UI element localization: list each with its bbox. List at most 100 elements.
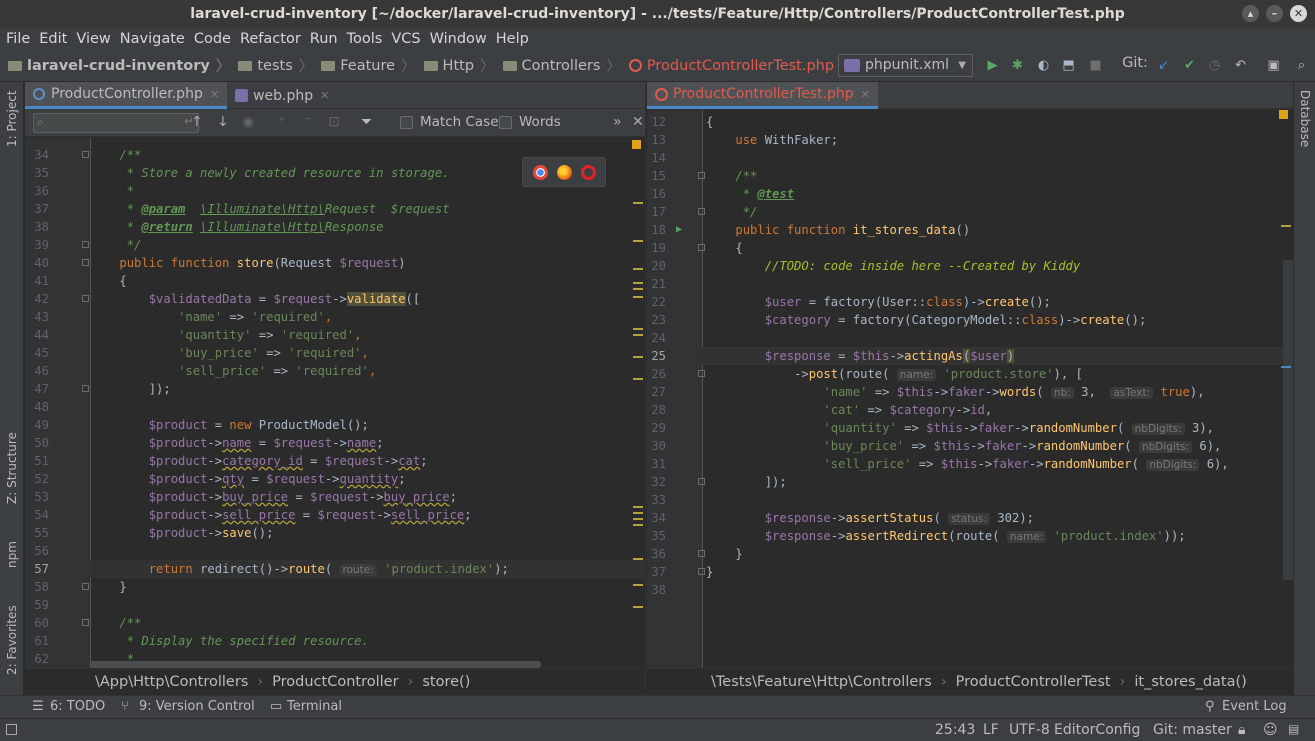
breadcrumb-namespace[interactable]: \App\Http\Controllers [95, 674, 248, 690]
select-all-icon[interactable]: ⊡ [328, 114, 340, 131]
file-encoding[interactable]: UTF-8 [1009, 722, 1050, 738]
fold-marker[interactable] [82, 385, 89, 392]
lock-icon[interactable]: 🔒︎ [1238, 722, 1245, 738]
code-editor-right[interactable]: 12{ 13 use WithFaker; 14 15 /** 16 * @te… [647, 110, 1293, 668]
caret-position[interactable]: 25:43 [935, 722, 975, 738]
line-separator[interactable]: LF [983, 722, 999, 738]
history-icon[interactable]: ◷ [1207, 58, 1222, 73]
maximize-button[interactable]: ▴ [1242, 5, 1259, 22]
menu-help[interactable]: Help [496, 31, 529, 47]
match-case-checkbox[interactable] [400, 116, 413, 129]
breadcrumb-class[interactable]: ProductControllerTest [956, 674, 1111, 690]
todo-tool-button[interactable]: 6: TODO [50, 699, 105, 714]
fold-marker[interactable] [698, 568, 705, 575]
menu-vcs[interactable]: VCS [391, 31, 420, 47]
error-stripe-marker[interactable] [633, 378, 643, 380]
error-stripe-marker[interactable] [633, 202, 643, 204]
close-tab-icon[interactable]: ✕ [320, 89, 329, 102]
structure-tool-tab[interactable]: Z: Structure [0, 428, 24, 508]
vcs-update-icon[interactable]: ↙ [1156, 58, 1171, 73]
add-selection-icon[interactable]: ⁺ [278, 114, 285, 131]
fold-marker[interactable] [82, 259, 89, 266]
minimize-button[interactable]: – [1266, 5, 1283, 22]
menu-view[interactable]: View [76, 31, 110, 47]
notifications-icon[interactable]: ▤ [1288, 722, 1299, 736]
fold-marker[interactable] [698, 172, 705, 179]
database-tool-tab[interactable]: Database [1294, 90, 1315, 170]
fold-marker[interactable] [698, 370, 705, 377]
coverage-icon[interactable]: ◐ [1036, 58, 1051, 73]
run-test-icon[interactable]: ▶ [676, 224, 682, 235]
previous-occurrence-icon[interactable]: ↑ [191, 114, 203, 131]
error-stripe-marker[interactable] [633, 282, 643, 284]
error-stripe-marker[interactable] [633, 584, 643, 586]
tab-web-php[interactable]: web.php ✕ [227, 82, 337, 109]
layout-icon[interactable]: ▣ [1266, 58, 1281, 73]
chrome-icon[interactable] [532, 164, 548, 180]
breadcrumb-class[interactable]: ProductController [272, 674, 398, 690]
words-checkbox[interactable] [499, 116, 512, 129]
menu-edit[interactable]: Edit [39, 31, 67, 47]
inspection-status-icon[interactable] [1279, 110, 1288, 119]
unselect-occurrence-icon[interactable]: ⁻ [304, 114, 311, 131]
error-stripe-marker[interactable] [633, 288, 643, 290]
error-stripe-marker[interactable] [633, 518, 643, 520]
error-stripe-marker[interactable] [633, 506, 643, 508]
npm-tool-tab[interactable]: npm [0, 532, 24, 578]
menu-code[interactable]: Code [194, 31, 231, 47]
nav-crumb-feature[interactable]: Feature 〉 [321, 55, 416, 76]
editorconfig-status[interactable]: EditorConfig [1054, 722, 1140, 738]
breadcrumb-method[interactable]: store() [422, 674, 470, 690]
stop-icon[interactable]: ■ [1088, 58, 1103, 73]
hector-icon[interactable]: ☺ [1263, 722, 1278, 738]
fold-marker[interactable] [82, 241, 89, 248]
error-stripe-marker[interactable] [633, 512, 643, 514]
close-tab-icon[interactable]: ✕ [210, 88, 219, 101]
breadcrumb-namespace[interactable]: \Tests\Feature\Http\Controllers [711, 674, 932, 690]
error-stripe-marker[interactable] [633, 558, 643, 560]
horizontal-scrollbar[interactable] [90, 661, 541, 668]
fold-marker[interactable] [698, 244, 705, 251]
menu-tools[interactable]: Tools [347, 31, 383, 47]
error-stripe-marker[interactable] [633, 606, 643, 608]
profile-icon[interactable]: ⬒ [1061, 58, 1076, 73]
fold-marker[interactable] [82, 619, 89, 626]
close-find-icon[interactable]: ✕ [632, 114, 644, 131]
error-stripe-marker[interactable] [1281, 225, 1291, 227]
nav-crumb-tests[interactable]: tests 〉 [238, 55, 313, 76]
menu-refactor[interactable]: Refactor [240, 31, 301, 47]
close-tab-icon[interactable]: ✕ [861, 88, 870, 101]
terminal-tool-button[interactable]: Terminal [287, 699, 342, 714]
rollback-icon[interactable]: ↶ [1233, 58, 1248, 73]
find-input[interactable]: ⌕ ↵ [33, 113, 199, 133]
fold-marker[interactable] [698, 478, 705, 485]
error-stripe-marker[interactable] [633, 296, 643, 298]
run-icon[interactable]: ▶ [985, 58, 1000, 73]
menu-file[interactable]: File [6, 31, 30, 47]
git-branch[interactable]: Git: master [1153, 722, 1232, 738]
opera-icon[interactable] [580, 164, 596, 180]
error-stripe-marker[interactable] [633, 240, 643, 242]
tool-windows-toggle-icon[interactable] [6, 724, 17, 735]
select-all-occurrences-icon[interactable]: ◉ [242, 114, 254, 131]
vcs-commit-icon[interactable]: ✔ [1182, 58, 1197, 73]
menu-run[interactable]: Run [310, 31, 338, 47]
close-window-button[interactable]: ✕ [1290, 5, 1307, 22]
error-stripe-marker[interactable] [633, 328, 643, 330]
error-stripe-marker[interactable] [633, 524, 643, 526]
firefox-icon[interactable] [556, 164, 572, 180]
search-everywhere-icon[interactable]: ⌕ [1294, 58, 1309, 73]
error-stripe-marker[interactable] [1281, 366, 1291, 368]
fold-marker[interactable] [698, 208, 705, 215]
fold-marker[interactable] [82, 151, 89, 158]
code-editor-left[interactable]: 34 /** 35 * Store a newly created resour… [25, 138, 645, 668]
vertical-scrollbar[interactable] [1283, 260, 1293, 580]
menu-navigate[interactable]: Navigate [120, 31, 185, 47]
tab-product-controller[interactable]: ProductController.php ✕ [25, 82, 228, 109]
more-options-icon[interactable]: » [613, 114, 622, 131]
version-control-tool-button[interactable]: 9: Version Control [139, 699, 255, 714]
nav-crumb-file[interactable]: ProductControllerTest.php [628, 58, 834, 74]
nav-crumb-project[interactable]: laravel-crud-inventory 〉 [8, 55, 230, 76]
nav-crumb-http[interactable]: Http 〉 [423, 55, 495, 76]
project-tool-tab[interactable]: 1: Project [0, 88, 24, 150]
